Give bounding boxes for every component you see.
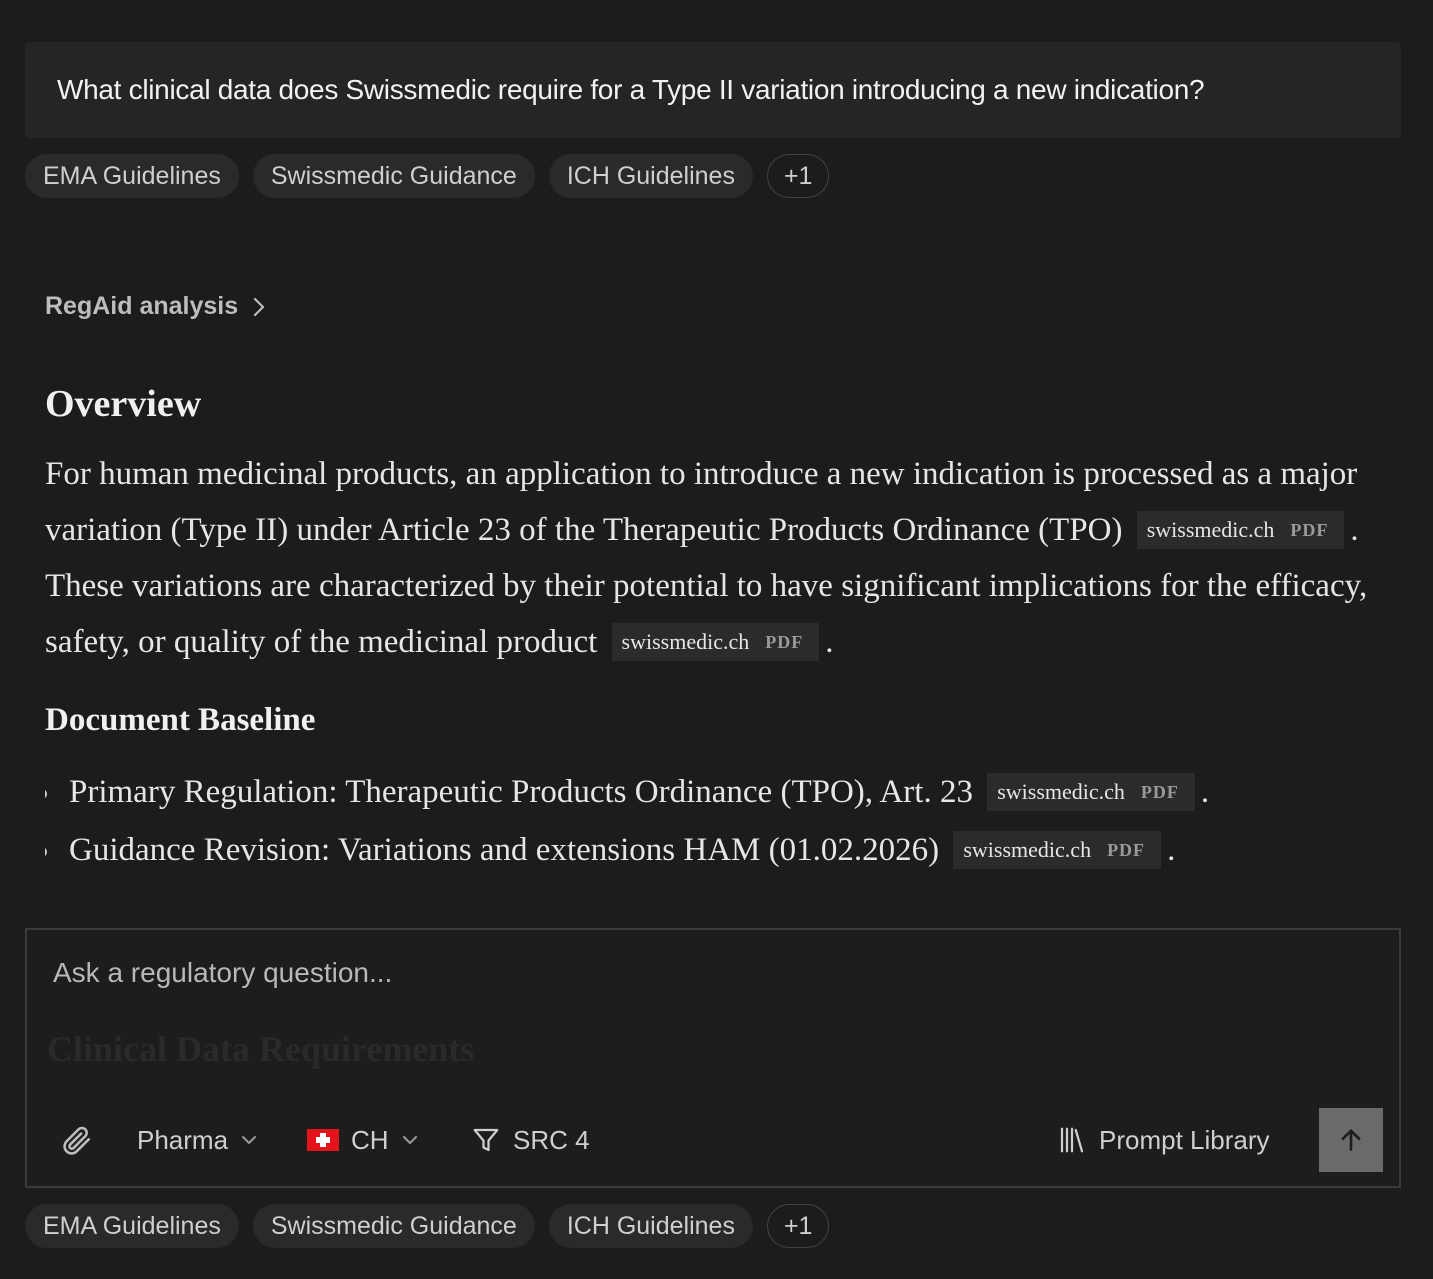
arrow-up-icon [1341,1129,1361,1151]
citation-source: swissmedic.ch [997,779,1125,804]
chevron-right-icon [254,297,265,316]
citation-badge[interactable]: swissmedic.ch PDF [953,831,1162,869]
citation-source: swissmedic.ch [621,629,750,654]
library-icon [1060,1127,1084,1153]
prompt-library-label: Prompt Library [1099,1124,1270,1155]
analysis-toggle-label: RegAid analysis [45,292,239,320]
bullet-end: . [1167,832,1176,868]
overview-text-3: . [825,624,834,660]
industry-value: Pharma [137,1124,229,1155]
baseline-list: Primary Regulation: Therapeutic Products… [45,763,1385,879]
question-source-chips: EMA Guidelines Swissmedic Guidance ICH G… [25,154,830,198]
bullet-end: . [1200,774,1210,810]
source-chip-ema[interactable]: EMA Guidelines [25,154,239,198]
country-value: CH [351,1124,389,1155]
composer-source-chips: EMA Guidelines Swissmedic Guidance ICH G… [25,1204,830,1248]
chat-page: What clinical data does Swissmedic requi… [0,0,1433,1279]
country-select[interactable]: CH [307,1108,419,1172]
source-chip-more[interactable]: +1 [766,1204,830,1248]
answer-content: Overview For human medicinal products, a… [45,370,1385,926]
send-button[interactable] [1319,1108,1383,1172]
overview-paragraph: For human medicinal products, an applica… [45,446,1385,670]
source-chip-swissmedic[interactable]: Swissmedic Guidance [252,1204,535,1248]
citation-badge[interactable]: swissmedic.ch PDF [611,623,820,661]
citation-type: PDF [765,632,804,652]
chevron-down-icon [242,1136,257,1144]
paperclip-icon [63,1126,91,1155]
source-chip-swissmedic[interactable]: Swissmedic Guidance [252,154,535,198]
citation-badge[interactable]: swissmedic.ch PDF [1136,511,1345,549]
citation-source: swissmedic.ch [1146,517,1275,542]
source-filter-button[interactable]: SRC 4 [471,1108,590,1172]
citation-source: swissmedic.ch [963,837,1092,862]
composer-toolbar: Pharma CH SRC 4 Prompt Library [27,1108,1399,1172]
source-chip-more[interactable]: +1 [766,154,830,198]
analysis-toggle[interactable]: RegAid analysis [45,292,266,321]
list-item: Guidance Revision: Variations and extens… [45,821,1385,879]
question-input[interactable] [51,956,1355,990]
industry-select[interactable]: Pharma [137,1108,258,1172]
source-chip-ema[interactable]: EMA Guidelines [25,1204,239,1248]
swiss-flag-icon [307,1129,339,1151]
user-question-text: What clinical data does Swissmedic requi… [57,74,1205,105]
source-chip-ich[interactable]: ICH Guidelines [548,154,753,198]
faded-heading: Clinical Data Requirements [47,1029,475,1069]
overview-heading: Overview [45,383,202,425]
user-question-card: What clinical data does Swissmedic requi… [25,42,1401,138]
prompt-library-button[interactable]: Prompt Library [1057,1108,1270,1172]
attach-button[interactable] [59,1108,93,1172]
chevron-down-icon [402,1136,417,1144]
composer: Clinical Data Requirements Pharma CH SRC… [25,928,1401,1188]
baseline-heading: Document Baseline [45,702,316,738]
bullet-text: Guidance Revision: Variations and extens… [69,832,940,868]
source-count: SRC 4 [513,1124,590,1155]
citation-badge[interactable]: swissmedic.ch PDF [987,773,1195,811]
filter-icon [473,1128,499,1152]
bullet-text: Primary Regulation: Therapeutic Products… [69,774,973,810]
source-chip-ich[interactable]: ICH Guidelines [548,1204,753,1248]
list-item: Primary Regulation: Therapeutic Products… [45,763,1385,821]
citation-type: PDF [1290,520,1329,540]
citation-type: PDF [1140,782,1179,802]
citation-type: PDF [1107,840,1146,860]
